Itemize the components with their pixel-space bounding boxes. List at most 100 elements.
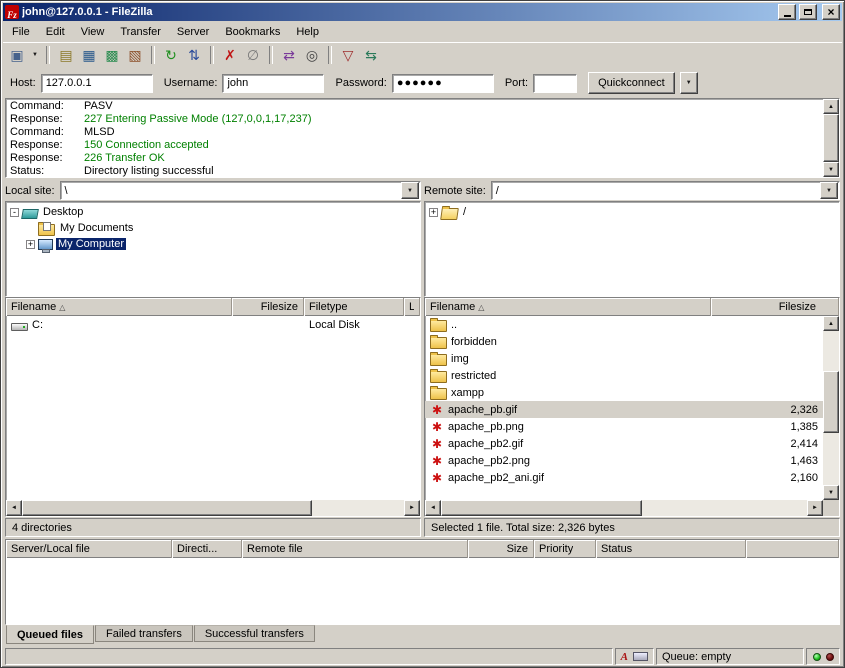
remote-file-row[interactable]: forbidden xyxy=(425,333,823,350)
local-tree-item[interactable]: -Desktop xyxy=(6,204,420,220)
local-tree-item[interactable]: My Documents xyxy=(6,220,420,236)
quickconnect-button[interactable]: Quickconnect xyxy=(588,72,675,94)
process-queue-button[interactable]: ⇅ xyxy=(183,44,205,66)
scroll-right-button[interactable] xyxy=(807,500,823,516)
port-input[interactable] xyxy=(533,74,577,93)
synchronized-browsing-button[interactable]: ⇆ xyxy=(360,44,382,66)
local-column-l[interactable]: L xyxy=(404,298,420,316)
file-size-cell xyxy=(232,316,304,333)
menu-view[interactable]: View xyxy=(73,23,113,41)
menu-bookmarks[interactable]: Bookmarks xyxy=(217,23,288,41)
remote-site-combo[interactable]: / xyxy=(491,181,840,200)
password-label: Password: xyxy=(335,77,386,89)
scroll-right-button[interactable] xyxy=(404,500,420,516)
remote-file-row[interactable]: apache_pb2.png1,463 xyxy=(425,452,823,469)
quickconnect-bar: Host: Username: Password: Port: Quickcon… xyxy=(3,68,842,98)
remote-file-row[interactable]: apache_pb.png1,385 xyxy=(425,418,823,435)
remote-file-row[interactable]: .. xyxy=(425,316,823,333)
synchronized-browsing-icon: ⇆ xyxy=(365,48,377,62)
computer-icon xyxy=(38,239,53,250)
password-input[interactable] xyxy=(392,74,494,93)
scrollbar-thumb[interactable] xyxy=(823,371,839,433)
scrollbar-thumb[interactable] xyxy=(441,500,642,516)
directory-comparison-button[interactable]: ⇄ xyxy=(278,44,300,66)
toggle-message-log-button[interactable]: ▤ xyxy=(55,44,77,66)
toolbar-separator xyxy=(46,46,50,64)
scroll-left-button[interactable] xyxy=(425,500,441,516)
local-tree-item[interactable]: +My Computer xyxy=(6,236,420,252)
queue-column-server-local-file[interactable]: Server/Local file xyxy=(6,540,172,558)
menu-file[interactable]: File xyxy=(4,23,38,41)
scroll-down-button[interactable] xyxy=(823,162,839,177)
remote-horizontal-scrollbar[interactable] xyxy=(425,500,839,516)
remote-file-row[interactable]: img xyxy=(425,350,823,367)
queue-column-size[interactable]: Size xyxy=(468,540,534,558)
site-manager-icon: ▣ xyxy=(10,48,23,62)
file-name: apache_pb.png xyxy=(448,421,524,433)
combo-dropdown-icon[interactable] xyxy=(820,182,838,199)
expand-icon[interactable]: + xyxy=(26,240,35,249)
minimize-button[interactable] xyxy=(778,4,796,20)
queue-column-priority[interactable]: Priority xyxy=(534,540,596,558)
menu-server[interactable]: Server xyxy=(169,23,217,41)
tab-queued-files[interactable]: Queued files xyxy=(6,625,94,644)
queue-column-directi[interactable]: Directi... xyxy=(172,540,242,558)
username-input[interactable] xyxy=(222,74,324,93)
site-manager-button[interactable]: ▣ xyxy=(6,44,28,66)
combo-dropdown-icon[interactable] xyxy=(401,182,419,199)
expand-icon[interactable]: + xyxy=(429,208,438,217)
host-input[interactable] xyxy=(41,74,153,93)
scrollbar-thumb[interactable] xyxy=(823,114,839,162)
refresh-button[interactable]: ↻ xyxy=(160,44,182,66)
log-line: Command:PASV xyxy=(10,100,821,113)
local-site-combo[interactable]: \ xyxy=(60,181,421,200)
toggle-transfer-queue-button[interactable]: ▧ xyxy=(124,44,146,66)
toggle-remote-tree-button[interactable]: ▩ xyxy=(101,44,123,66)
menu-transfer[interactable]: Transfer xyxy=(112,23,169,41)
local-list-header: FilenameFilesizeFiletypeL xyxy=(6,298,420,316)
title-bar[interactable]: john@127.0.0.1 - FileZilla xyxy=(3,3,842,21)
remote-column-filename[interactable]: Filename xyxy=(425,298,711,316)
menu-edit[interactable]: Edit xyxy=(38,23,73,41)
close-button[interactable] xyxy=(822,4,840,20)
filter-button[interactable]: ▽ xyxy=(337,44,359,66)
local-file-row[interactable]: C:Local Disk xyxy=(6,316,420,333)
remote-file-row[interactable]: apache_pb2_ani.gif2,160 xyxy=(425,469,823,486)
remote-file-row[interactable]: xampp xyxy=(425,384,823,401)
scrollbar-thumb[interactable] xyxy=(22,500,312,516)
tab-failed-transfers[interactable]: Failed transfers xyxy=(95,625,193,642)
remote-column-filesize[interactable]: Filesize xyxy=(711,298,839,316)
quickconnect-dropdown-button[interactable] xyxy=(680,72,698,94)
site-manager-dropdown-button[interactable] xyxy=(29,44,41,66)
queue-column-status[interactable]: Status xyxy=(596,540,746,558)
scroll-down-button[interactable] xyxy=(823,485,839,500)
tab-successful-transfers[interactable]: Successful transfers xyxy=(194,625,315,642)
scroll-up-button[interactable] xyxy=(823,316,839,331)
file-size-cell: 2,326 xyxy=(711,401,823,418)
file-name-cell: img xyxy=(425,350,711,367)
local-column-filename[interactable]: Filename xyxy=(6,298,232,316)
remote-file-row[interactable]: apache_pb.gif2,326 xyxy=(425,401,823,418)
local-horizontal-scrollbar[interactable] xyxy=(6,500,420,516)
queue-column-remote-file[interactable]: Remote file xyxy=(242,540,468,558)
queue-column-spacer[interactable] xyxy=(746,540,839,558)
file-size-cell: 2,160 xyxy=(711,469,823,486)
status-panel-main xyxy=(5,648,613,665)
remote-tree-item[interactable]: +/ xyxy=(425,204,839,220)
scroll-up-button[interactable] xyxy=(823,99,839,114)
remote-file-row[interactable]: restricted xyxy=(425,367,823,384)
scroll-left-button[interactable] xyxy=(6,500,22,516)
disconnect-button[interactable]: ∅ xyxy=(242,44,264,66)
maximize-button[interactable] xyxy=(799,4,817,20)
cancel-button[interactable]: ✗ xyxy=(219,44,241,66)
local-site-value: \ xyxy=(61,185,401,197)
remote-file-row[interactable]: apache_pb2.gif2,414 xyxy=(425,435,823,452)
toggle-local-tree-button[interactable]: ▦ xyxy=(78,44,100,66)
remote-vertical-scrollbar[interactable] xyxy=(823,316,839,500)
file-search-button[interactable]: ◎ xyxy=(301,44,323,66)
menu-help[interactable]: Help xyxy=(288,23,327,41)
collapse-icon[interactable]: - xyxy=(10,208,19,217)
local-column-filetype[interactable]: Filetype xyxy=(304,298,404,316)
log-vertical-scrollbar[interactable] xyxy=(823,99,839,177)
local-column-filesize[interactable]: Filesize xyxy=(232,298,304,316)
